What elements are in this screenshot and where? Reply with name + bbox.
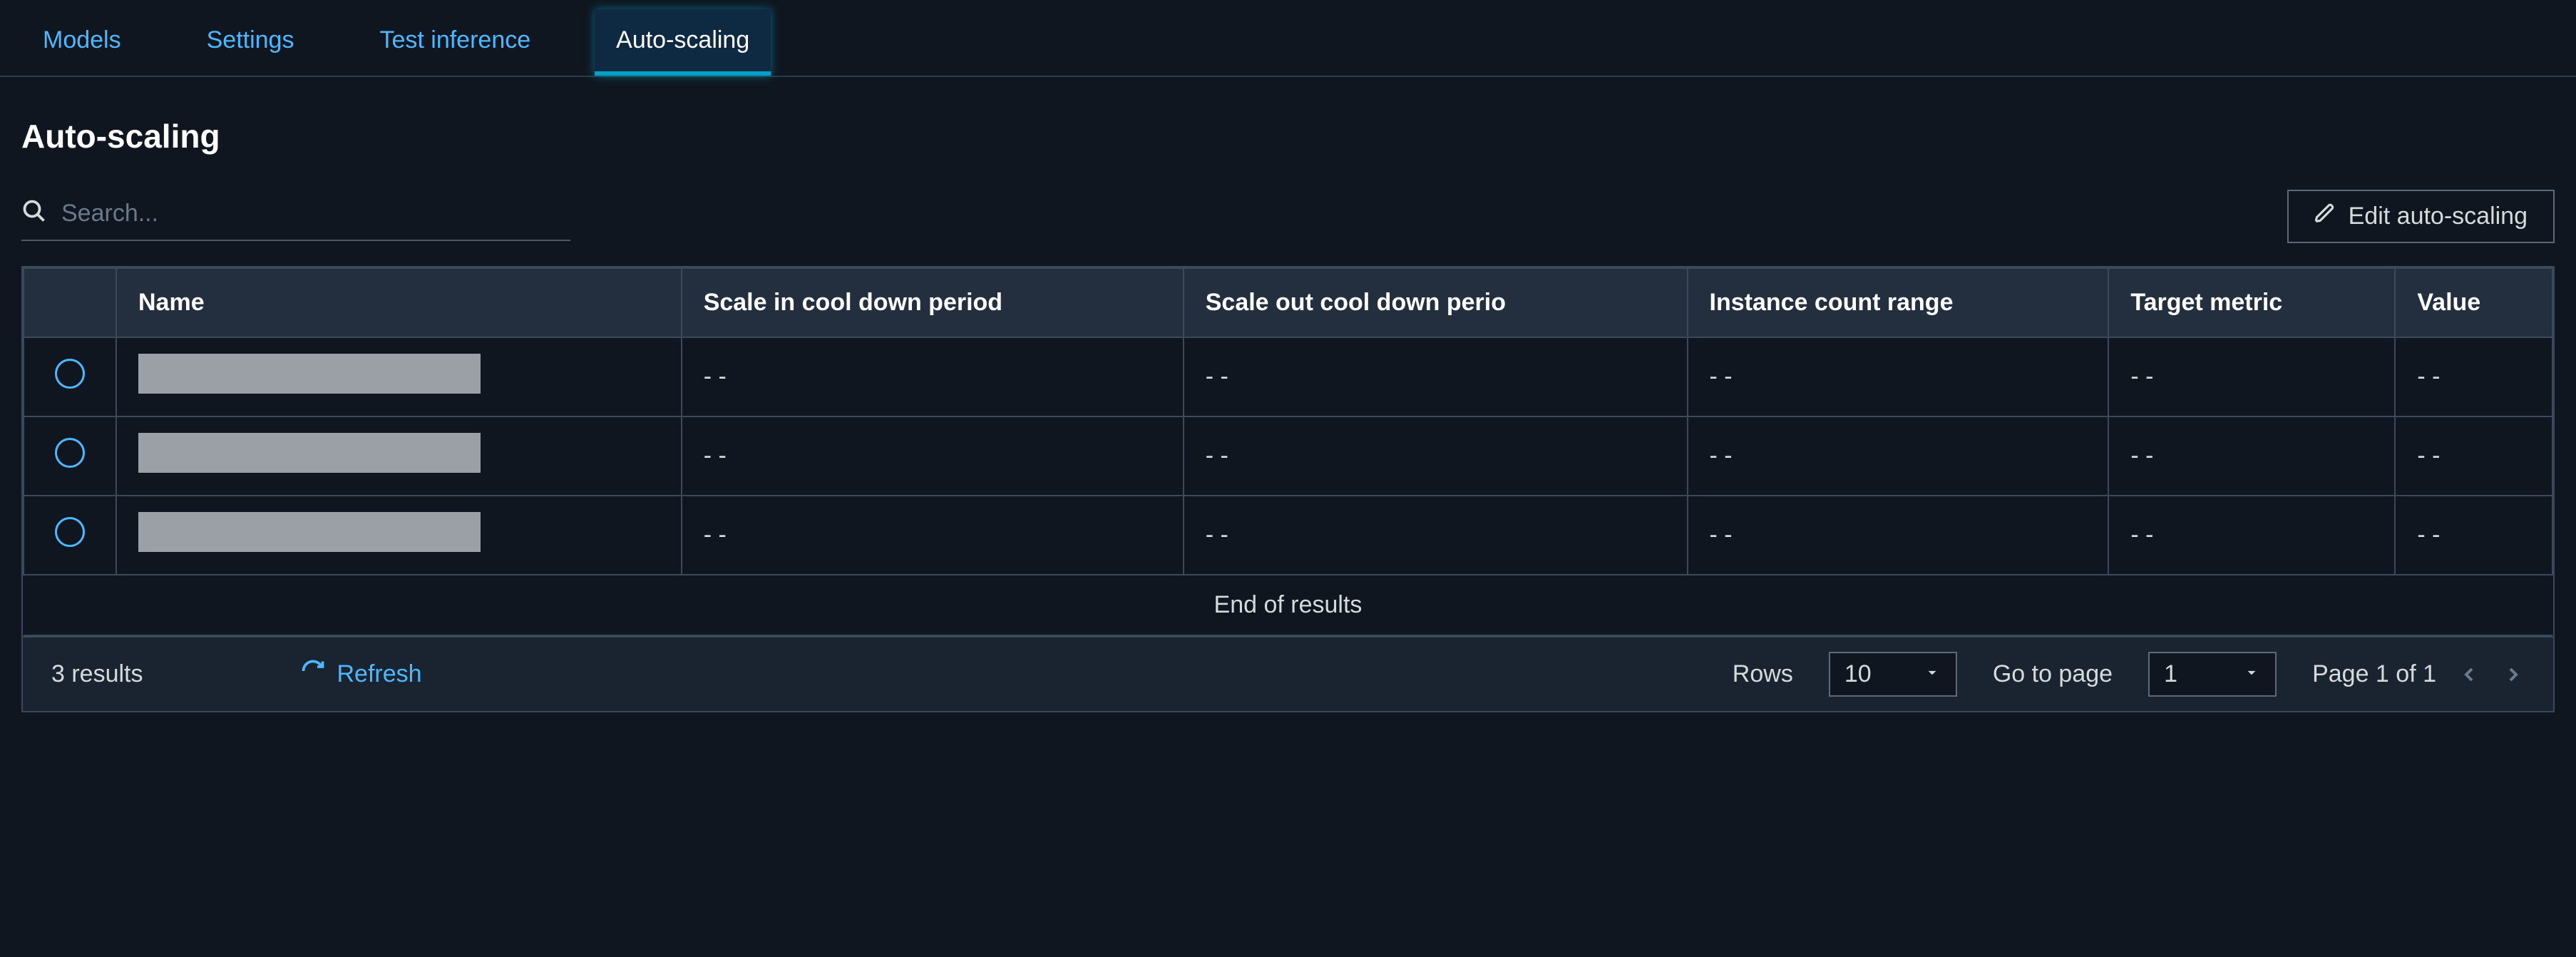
cell-scale-in: - - xyxy=(682,337,1184,416)
results-count: 3 results xyxy=(51,660,143,688)
table-footer: 3 results Refresh Rows 10 Go to page 1 xyxy=(21,638,2555,712)
table-row: - - - - - - - - - - xyxy=(24,337,2552,416)
tab-test-inference[interactable]: Test inference xyxy=(358,9,552,76)
row-radio[interactable] xyxy=(55,517,85,547)
prev-page-button[interactable] xyxy=(2458,663,2480,686)
edit-button-label: Edit auto-scaling xyxy=(2349,203,2528,230)
edit-auto-scaling-button[interactable]: Edit auto-scaling xyxy=(2287,190,2555,243)
name-redacted xyxy=(138,433,481,473)
goto-page-select[interactable]: 1 xyxy=(2148,652,2277,697)
cell-target-metric: - - xyxy=(2108,416,2395,496)
refresh-label: Refresh xyxy=(337,660,422,688)
end-of-results-row: End of results xyxy=(24,575,2552,635)
cell-value: - - xyxy=(2395,337,2552,416)
name-redacted xyxy=(138,512,481,552)
column-scale-out: Scale out cool down perio xyxy=(1184,268,1688,337)
end-of-results-text: End of results xyxy=(24,575,2552,635)
tab-auto-scaling[interactable]: Auto-scaling xyxy=(595,9,771,76)
search-box[interactable] xyxy=(21,193,570,241)
caret-down-icon xyxy=(2242,660,2261,688)
goto-page-value: 1 xyxy=(2164,660,2177,688)
name-redacted xyxy=(138,354,481,394)
cell-instance-range: - - xyxy=(1688,416,2109,496)
page-title: Auto-scaling xyxy=(0,77,2576,155)
cell-scale-out: - - xyxy=(1184,337,1688,416)
caret-down-icon xyxy=(1923,660,1941,688)
column-name: Name xyxy=(116,268,682,337)
row-radio[interactable] xyxy=(55,359,85,389)
rows-value: 10 xyxy=(1844,660,1872,688)
cell-value: - - xyxy=(2395,496,2552,575)
column-select xyxy=(24,268,116,337)
rows-label: Rows xyxy=(1733,660,1793,688)
auto-scaling-table: Name Scale in cool down period Scale out… xyxy=(21,266,2555,638)
toolbar: Edit auto-scaling xyxy=(0,155,2576,243)
column-target-metric: Target metric xyxy=(2108,268,2395,337)
table-row: - - - - - - - - - - xyxy=(24,496,2552,575)
pencil-icon xyxy=(2314,203,2336,230)
cell-target-metric: - - xyxy=(2108,496,2395,575)
refresh-icon xyxy=(300,658,326,690)
search-icon xyxy=(21,198,47,230)
search-input[interactable] xyxy=(61,200,570,227)
row-radio[interactable] xyxy=(55,438,85,468)
cell-target-metric: - - xyxy=(2108,337,2395,416)
tab-models[interactable]: Models xyxy=(21,9,143,76)
cell-instance-range: - - xyxy=(1688,496,2109,575)
table-row: - - - - - - - - - - xyxy=(24,416,2552,496)
column-value: Value xyxy=(2395,268,2552,337)
next-page-button[interactable] xyxy=(2502,663,2525,686)
column-scale-in: Scale in cool down period xyxy=(682,268,1184,337)
tab-settings[interactable]: Settings xyxy=(185,9,316,76)
cell-instance-range: - - xyxy=(1688,337,2109,416)
cell-scale-in: - - xyxy=(682,416,1184,496)
page-indicator: Page 1 of 1 xyxy=(2312,660,2436,688)
tab-bar: Models Settings Test inference Auto-scal… xyxy=(0,0,2576,77)
cell-value: - - xyxy=(2395,416,2552,496)
cell-scale-in: - - xyxy=(682,496,1184,575)
cell-scale-out: - - xyxy=(1184,496,1688,575)
cell-scale-out: - - xyxy=(1184,416,1688,496)
goto-page-label: Go to page xyxy=(1993,660,2113,688)
column-instance-range: Instance count range xyxy=(1688,268,2109,337)
rows-select[interactable]: 10 xyxy=(1829,652,1957,697)
refresh-button[interactable]: Refresh xyxy=(300,658,422,690)
